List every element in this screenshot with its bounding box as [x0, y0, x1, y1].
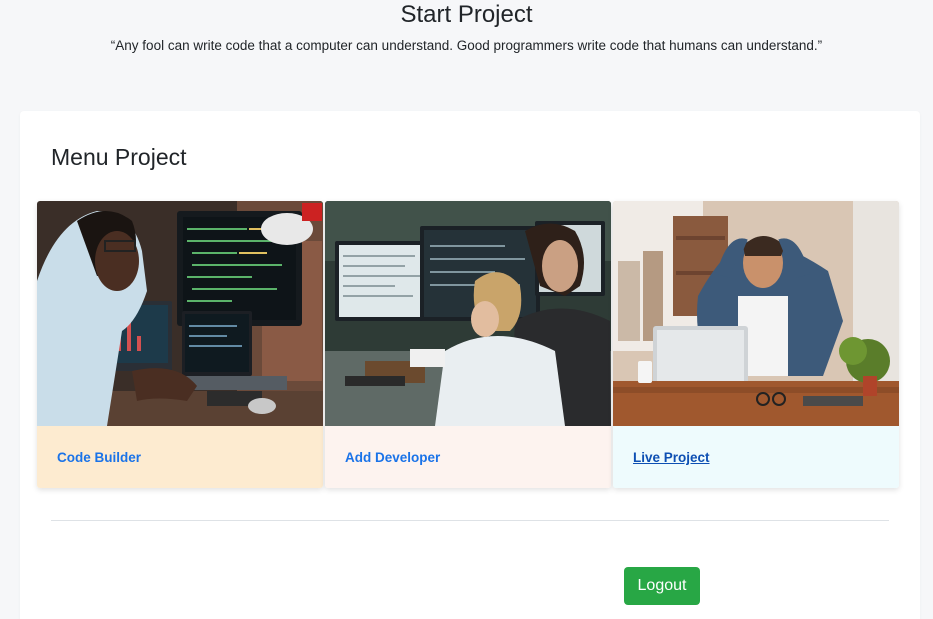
quote-text: “Any fool can write code that a computer… — [110, 38, 823, 53]
logout-button[interactable]: Logout — [624, 567, 700, 605]
tile-footer: Code Builder — [37, 426, 323, 488]
code-builder-photo — [37, 201, 323, 426]
tile-footer: Live Project — [613, 426, 899, 488]
tile-add-developer[interactable]: Add Developer — [325, 201, 611, 488]
section-title: Menu Project — [51, 144, 187, 170]
tile-code-builder[interactable]: Code Builder — [37, 201, 323, 488]
live-project-photo — [613, 201, 899, 426]
menu-tiles: Code Builder Add Developer Live Project — [37, 201, 900, 488]
tile-footer: Add Developer — [325, 426, 611, 488]
menu-card: Menu Project Code Builder Add Developer … — [20, 111, 920, 619]
tile-live-project[interactable]: Live Project — [613, 201, 899, 488]
add-developer-link[interactable]: Add Developer — [345, 450, 440, 465]
divider — [51, 520, 889, 521]
add-developer-photo — [325, 201, 611, 426]
live-project-link[interactable]: Live Project — [633, 450, 710, 465]
code-builder-link[interactable]: Code Builder — [57, 450, 141, 465]
page-title: Start Project — [400, 1, 533, 28]
